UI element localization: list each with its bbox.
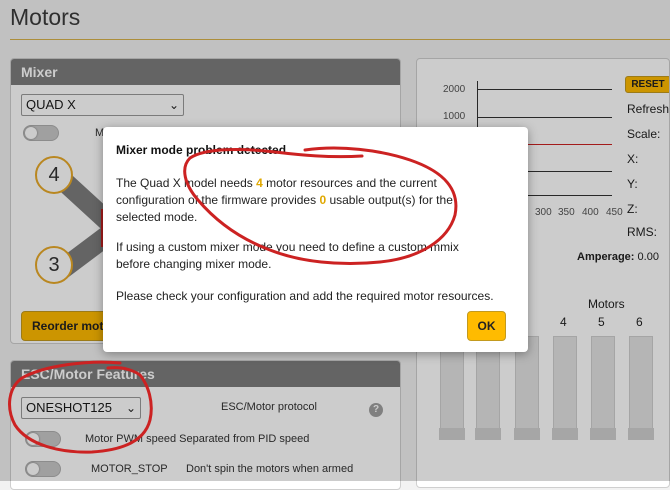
dialog-text: configuration of the firmware provides	[116, 193, 320, 207]
dialog-paragraph-3: Please check your configuration and add …	[116, 289, 494, 303]
dialog-text: If using a custom mixer mode you need to…	[116, 240, 459, 254]
dialog-paragraph-2: If using a custom mixer mode you need to…	[116, 239, 516, 273]
dialog-text: before changing mixer mode.	[116, 257, 272, 271]
dialog-text: The Quad X model needs	[116, 176, 257, 190]
dialog-text: motor resources and the current	[262, 176, 437, 190]
mixer-problem-dialog: Mixer mode problem detected The Quad X m…	[103, 127, 528, 352]
dialog-text: usable output(s) for the	[326, 193, 453, 207]
dialog-paragraph-1: The Quad X model needs 4 motor resources…	[116, 175, 516, 226]
dialog-title: Mixer mode problem detected	[116, 143, 287, 157]
required-motor-count: 4	[256, 176, 263, 190]
dialog-text: selected mode.	[116, 210, 198, 224]
ok-button[interactable]: OK	[467, 311, 506, 341]
